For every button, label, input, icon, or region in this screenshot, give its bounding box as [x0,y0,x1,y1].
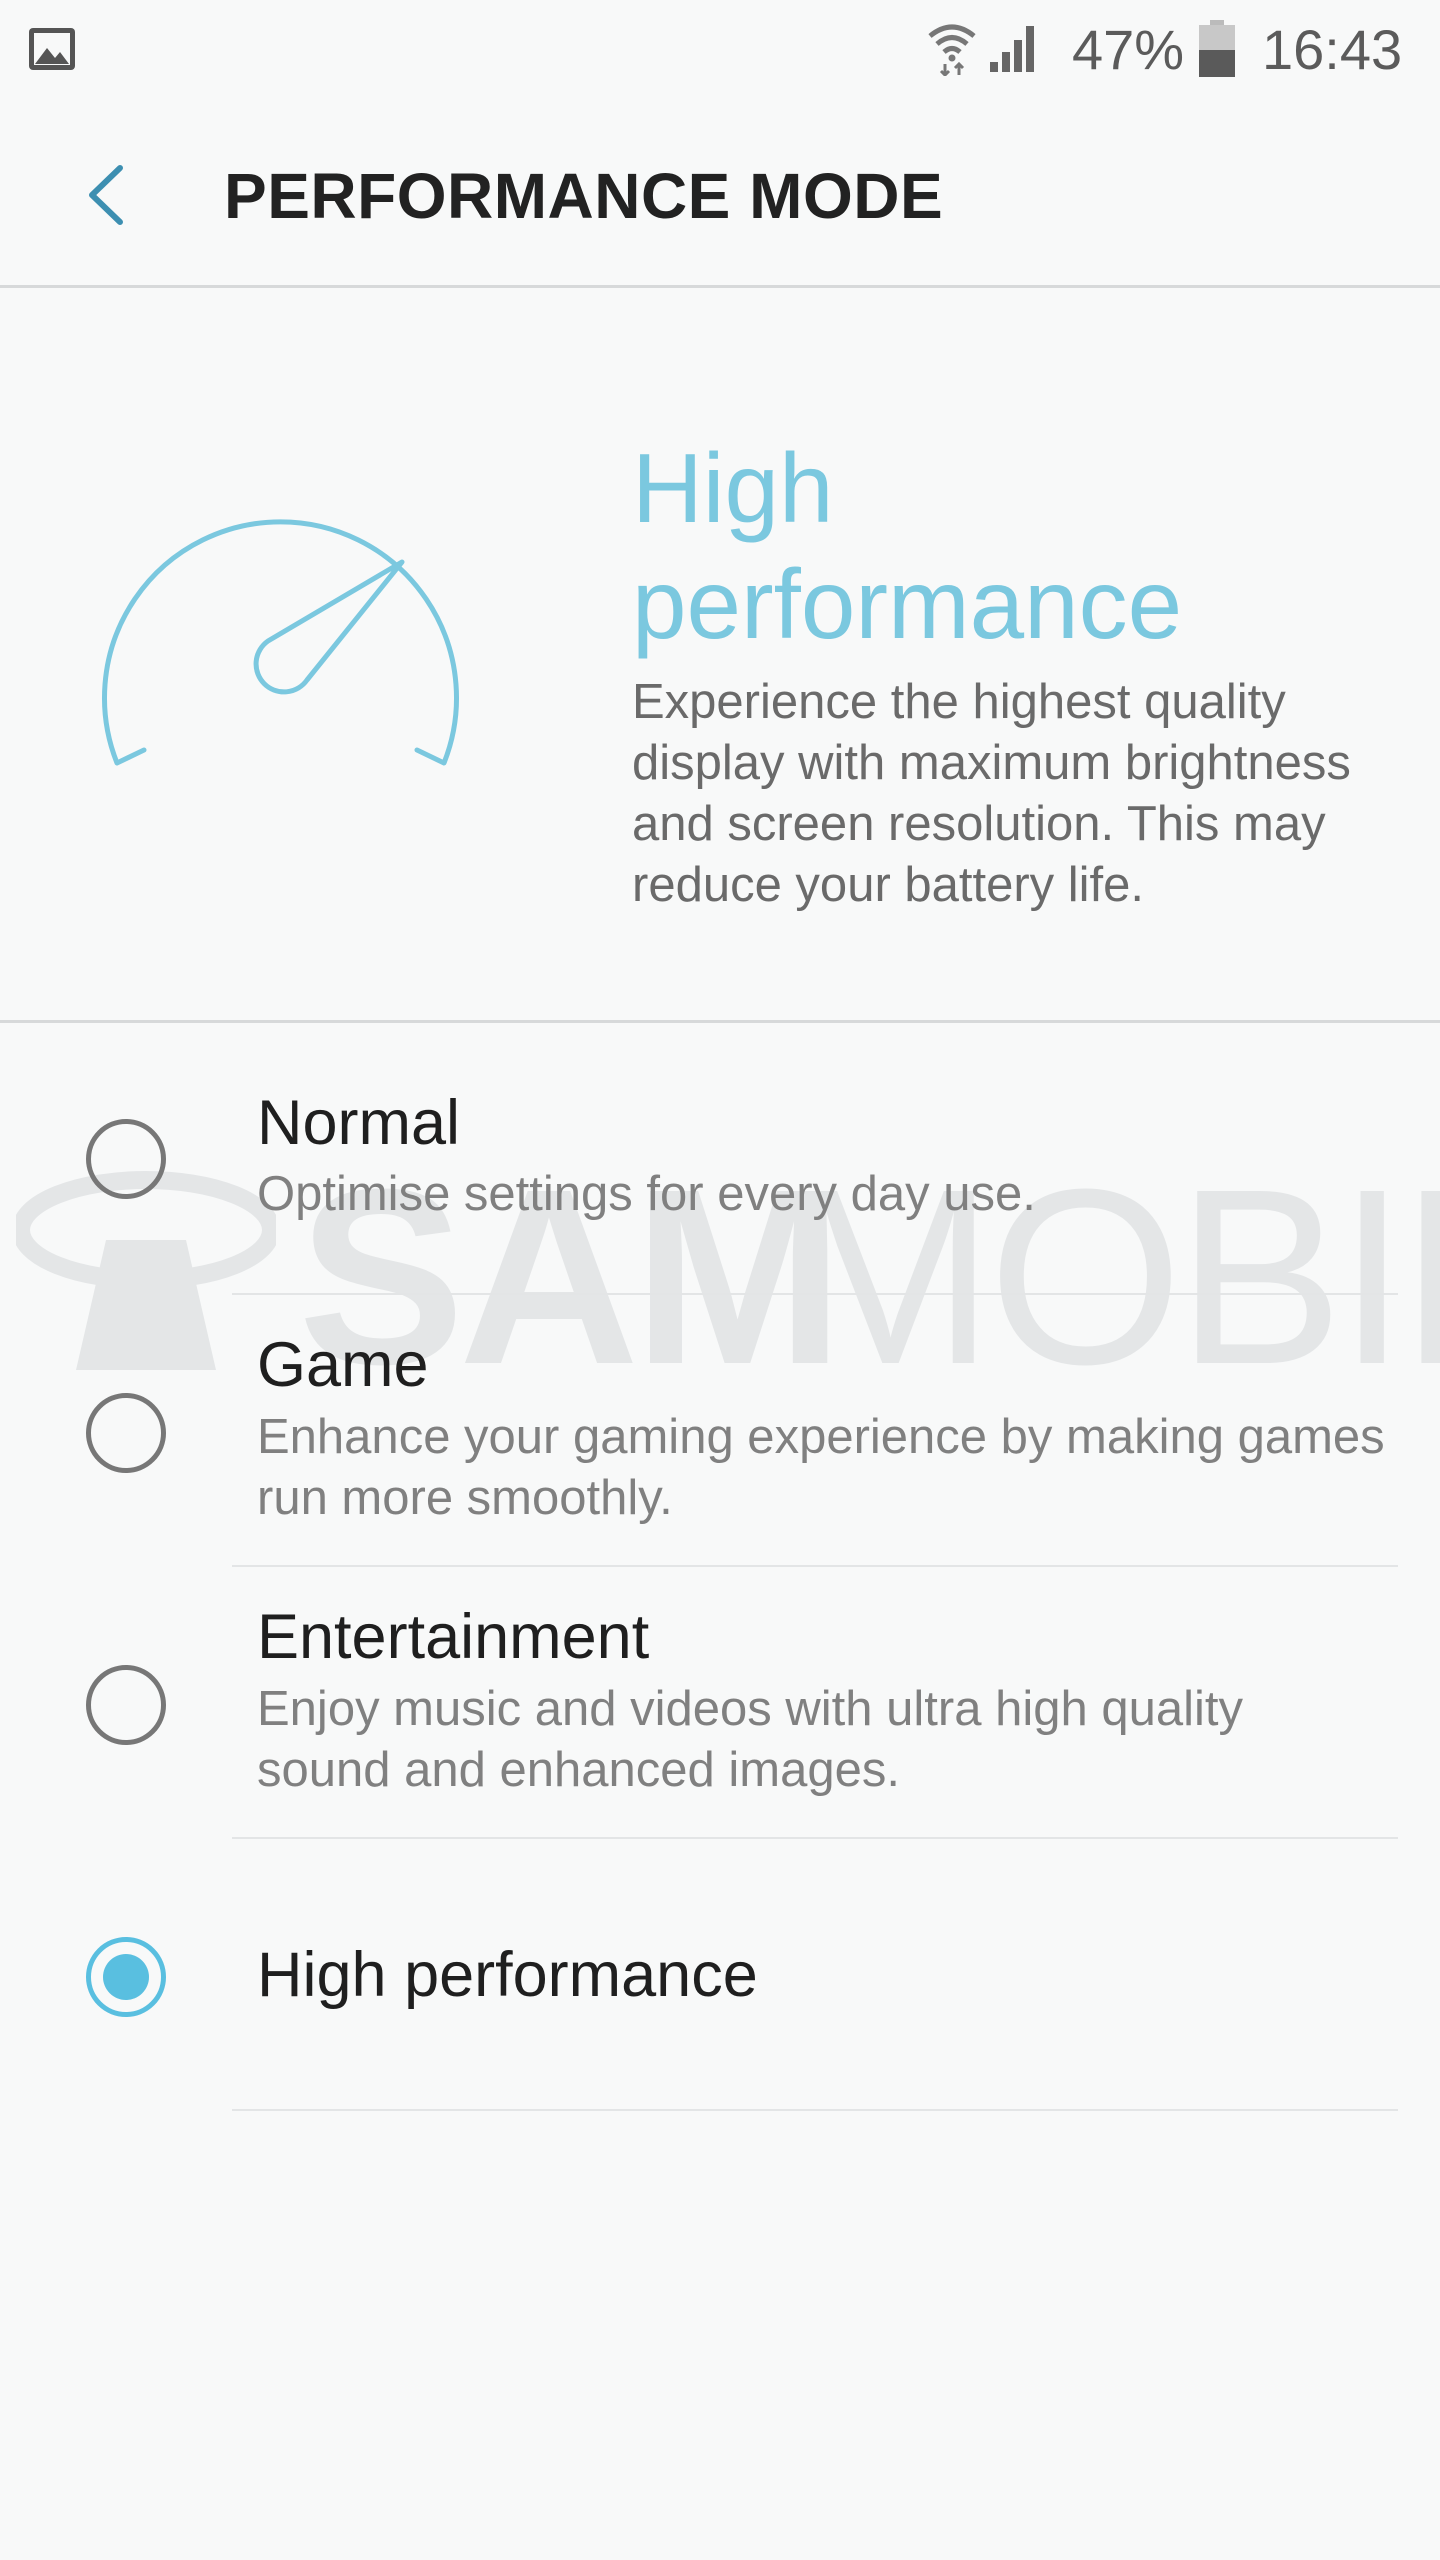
divider [232,2109,1398,2111]
battery-percentage: 47% [1072,18,1185,81]
option-title: Game [257,1330,429,1400]
battery-icon [1199,20,1235,77]
radio-game[interactable] [86,1393,166,1473]
option-entertainment[interactable]: Entertainment Enjoy music and videos wit… [0,1567,1440,1839]
mode-preview: High performance Experience the highest … [0,288,1440,1023]
option-description: Optimise settings for every day use. [257,1167,1036,1221]
chevron-left-icon [89,165,123,225]
page-title: PERFORMANCE MODE [224,160,944,232]
current-mode-description: Experience the highest quality display w… [632,675,1351,912]
option-high-performance[interactable]: High performance [0,1839,1440,2111]
radio-entertainment[interactable] [86,1665,166,1745]
option-title: Entertainment [257,1602,650,1672]
option-game[interactable]: Game Enhance your gaming experience by m… [0,1295,1440,1567]
radio-high-performance[interactable] [86,1937,166,2017]
option-normal[interactable]: Normal Optimise settings for every day u… [0,1023,1440,1295]
option-title: High performance [257,1940,758,2010]
gallery-notification-icon [29,28,75,70]
app-bar: PERFORMANCE MODE [0,100,1440,288]
status-bar: 47% 16:43 [0,0,1440,100]
option-title: Normal [257,1088,461,1158]
speedometer-icon [102,519,459,766]
mode-options-list: Normal Optimise settings for every day u… [0,1023,1440,2111]
option-description: Enjoy music and videos with ultra high q… [257,1682,1243,1797]
signal-icon [990,26,1034,72]
option-description: Enhance your gaming experience by making… [257,1410,1385,1525]
clock: 16:43 [1262,18,1403,81]
back-button[interactable] [70,150,150,240]
wifi-icon [928,24,976,76]
radio-normal[interactable] [86,1119,166,1199]
current-mode-title: High performance [632,433,1183,659]
